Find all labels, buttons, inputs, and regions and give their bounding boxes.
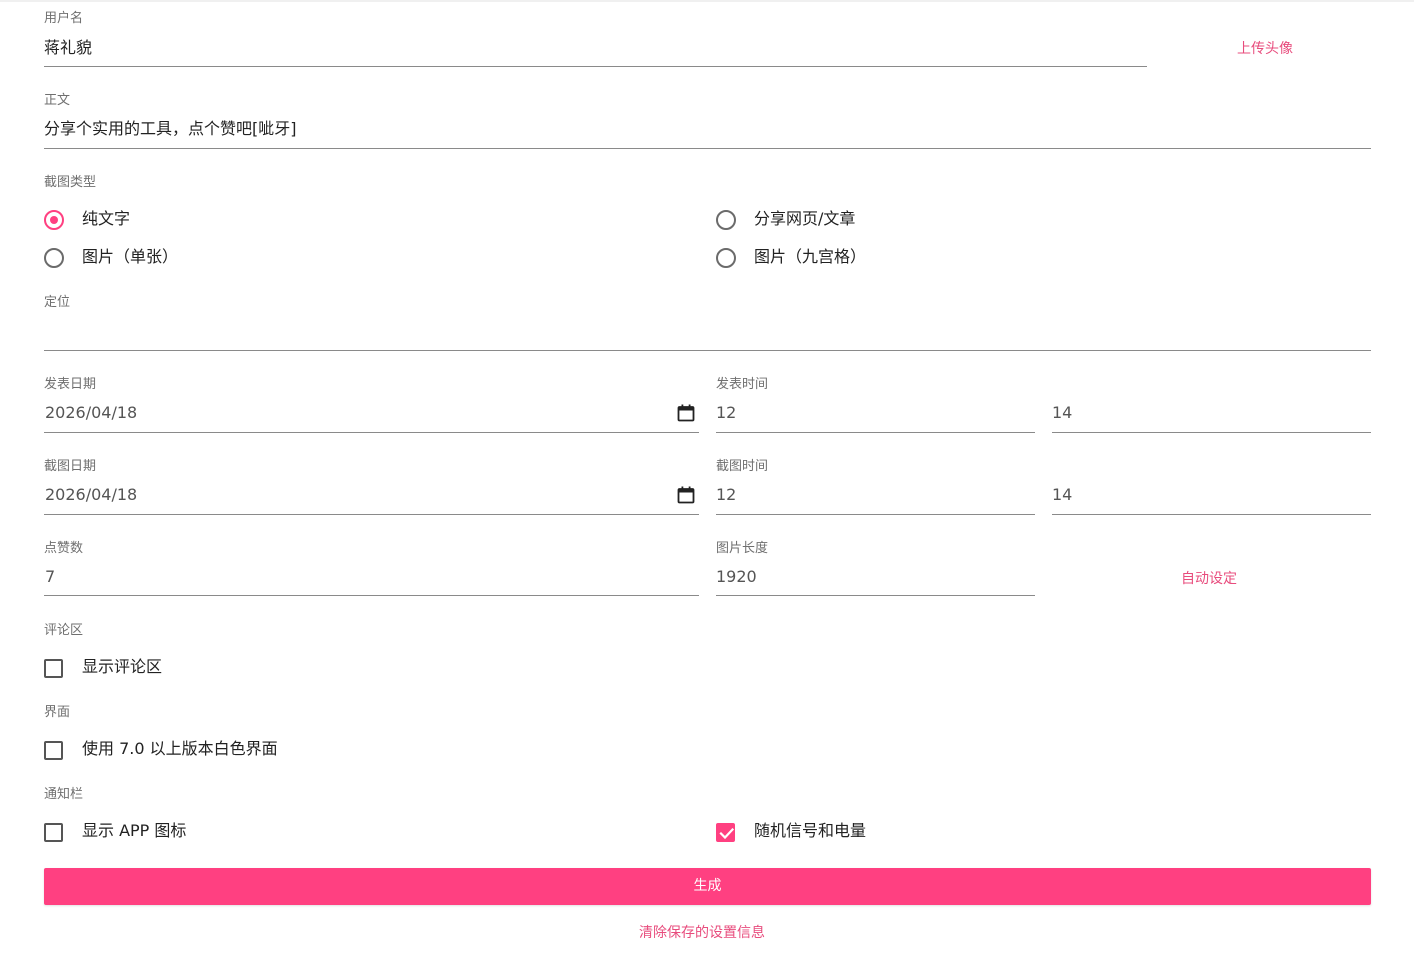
content-underline	[44, 148, 1371, 149]
image-length-underline	[716, 595, 1035, 596]
publish-date-label: 发表日期	[44, 377, 97, 392]
show-comments-checkbox[interactable]	[44, 659, 63, 678]
capture-date-underline	[44, 514, 699, 515]
notification-label: 通知栏	[44, 787, 84, 802]
username-underline	[44, 66, 1147, 67]
capture-date-input[interactable]: 2026/04/18	[45, 484, 137, 506]
screenshot-type-label: 截图类型	[44, 175, 97, 190]
radio-nine-grid-label[interactable]: 图片（九宫格）	[754, 246, 866, 268]
upload-avatar-button[interactable]: 上传头像	[1237, 38, 1293, 58]
comments-label: 评论区	[44, 623, 84, 638]
radio-text-only[interactable]	[44, 210, 64, 230]
location-label: 定位	[44, 295, 71, 310]
publish-hour-underline	[716, 432, 1035, 433]
likes-label: 点赞数	[44, 541, 84, 556]
location-underline	[44, 350, 1371, 351]
white-ui-label[interactable]: 使用 7.0 以上版本白色界面	[82, 738, 278, 760]
form-page: 用户名 蒋礼貌 上传头像 正文 分享个实用的工具，点个赞吧[呲牙] 截图类型 纯…	[0, 0, 1414, 958]
publish-time-label: 发表时间	[716, 377, 769, 392]
radio-single-image[interactable]	[44, 248, 64, 268]
random-signal-checkbox[interactable]	[716, 823, 735, 842]
show-app-icon-checkbox[interactable]	[44, 823, 63, 842]
content-input[interactable]: 分享个实用的工具，点个赞吧[呲牙]	[44, 118, 297, 140]
radio-nine-grid[interactable]	[716, 248, 736, 268]
capture-time-label: 截图时间	[716, 459, 769, 474]
calendar-icon[interactable]	[677, 404, 695, 422]
username-label: 用户名	[44, 11, 84, 26]
radio-text-only-label[interactable]: 纯文字	[82, 208, 130, 230]
show-comments-label[interactable]: 显示评论区	[82, 656, 162, 678]
content-label: 正文	[44, 93, 71, 108]
capture-minute-underline	[1052, 514, 1371, 515]
publish-date-underline	[44, 432, 699, 433]
auto-set-button[interactable]: 自动设定	[1181, 568, 1237, 588]
radio-share-webpage-label[interactable]: 分享网页/文章	[754, 208, 855, 230]
calendar-icon[interactable]	[677, 486, 695, 504]
image-length-input[interactable]: 1920	[716, 566, 757, 588]
check-icon	[719, 827, 734, 840]
username-input[interactable]: 蒋礼貌	[44, 37, 92, 59]
likes-underline	[44, 595, 699, 596]
location-input[interactable]	[44, 320, 1371, 342]
likes-input[interactable]: 7	[45, 566, 55, 588]
interface-label: 界面	[44, 705, 71, 720]
publish-minute-underline	[1052, 432, 1371, 433]
generate-button[interactable]: 生成	[44, 868, 1371, 905]
publish-hour-input[interactable]: 12	[716, 402, 736, 424]
capture-date-label: 截图日期	[44, 459, 97, 474]
radio-share-webpage[interactable]	[716, 210, 736, 230]
top-divider	[0, 0, 1414, 2]
random-signal-label[interactable]: 随机信号和电量	[754, 820, 866, 842]
capture-hour-input[interactable]: 12	[716, 484, 736, 506]
capture-hour-underline	[716, 514, 1035, 515]
clear-settings-link[interactable]: 清除保存的设置信息	[639, 922, 765, 942]
show-app-icon-label[interactable]: 显示 APP 图标	[82, 820, 186, 842]
image-length-label: 图片长度	[716, 541, 769, 556]
publish-date-input[interactable]: 2026/04/18	[45, 402, 137, 424]
white-ui-checkbox[interactable]	[44, 741, 63, 760]
capture-minute-input[interactable]: 14	[1052, 484, 1072, 506]
publish-minute-input[interactable]: 14	[1052, 402, 1072, 424]
radio-single-image-label[interactable]: 图片（单张）	[82, 246, 178, 268]
